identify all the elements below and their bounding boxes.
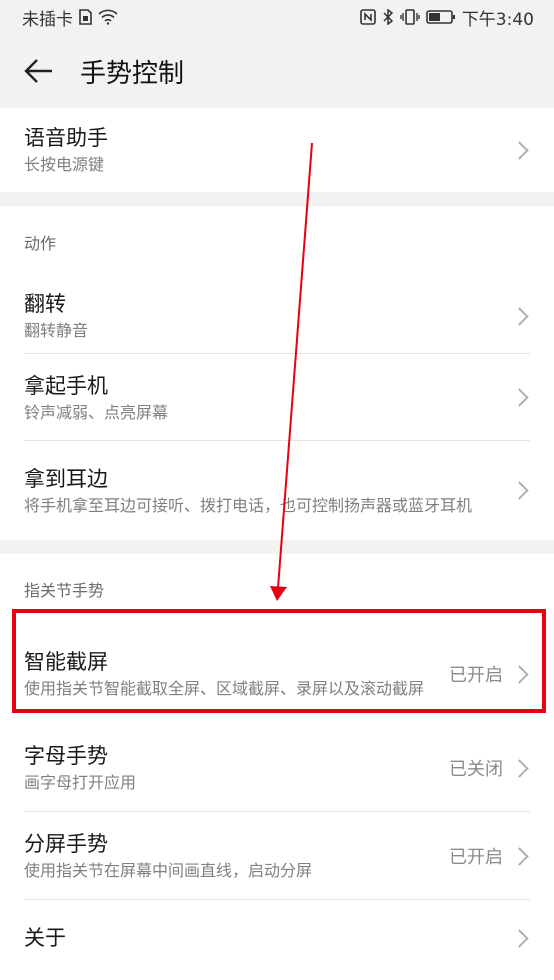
pickup-title: 拿起手机 [24,373,108,398]
pickup-row[interactable]: 拿起手机 铃声减弱、点亮屏幕 [0,354,554,441]
actions-card: 动作 翻转 翻转静音 拿起手机 铃声减弱、点亮屏幕 拿到耳边 将手机拿至耳边可接… [0,206,554,540]
voice-assistant-texts: 语音助手 长按电源键 [24,124,503,176]
split-screen-texts: 分屏手势 使用指关节在屏幕中间画直线，启动分屏 [24,830,433,882]
bluetooth-icon [383,9,393,25]
smart-screenshot-texts: 智能截屏 使用指关节智能截取全屏、区域截屏、录屏以及滚动截屏 [24,648,433,700]
smart-screenshot-row[interactable]: 智能截屏 使用指关节智能截取全屏、区域截屏、录屏以及滚动截屏 已开启 [0,624,554,724]
chevron-right-icon [510,928,529,948]
clock: 下午3:40 [461,9,534,30]
status-left: 未插卡 [22,5,118,30]
app-header: 手势控制 [0,34,554,108]
section-title-actions: 动作 [24,234,57,253]
flip-title: 翻转 [24,292,66,316]
letter-gesture-status: 已关闭 [449,759,503,780]
smart-screenshot-subtitle: 使用指关节智能截取全屏、区域截屏、录屏以及滚动截屏 [24,679,425,698]
voice-assistant-card: 语音助手 长按电源键 [0,108,554,192]
carrier-label: 未插卡 [22,9,73,30]
voice-assistant-row[interactable]: 语音助手 长按电源键 [0,108,554,192]
chevron-right-icon [510,846,529,866]
flip-row[interactable]: 翻转 翻转静音 [0,278,554,354]
flip-texts: 翻转 翻转静音 [24,290,503,342]
nfc-icon [360,9,376,25]
vibrate-icon [400,9,420,25]
flip-subtitle: 翻转静音 [24,321,89,340]
ear-texts: 拿到耳边 将手机拿至耳边可接听、拨打电话，也可控制扬声器或蓝牙耳机 [24,465,503,517]
about-texts: 关于 [24,924,503,952]
ear-row[interactable]: 拿到耳边 将手机拿至耳边可接听、拨打电话，也可控制扬声器或蓝牙耳机 [0,441,554,540]
split-screen-subtitle: 使用指关节在屏幕中间画直线，启动分屏 [24,861,313,880]
ear-title: 拿到耳边 [24,466,108,491]
status-bar: 未插卡 下午3:40 [0,0,554,34]
status-right: 下午3:40 [360,5,534,30]
wifi-icon [98,9,118,25]
letter-gesture-texts: 字母手势 画字母打开应用 [24,742,433,794]
about-row[interactable]: 关于 [0,900,554,976]
split-screen-title: 分屏手势 [24,832,108,856]
chevron-right-icon [510,664,529,684]
letter-gesture-subtitle: 画字母打开应用 [24,773,137,792]
chevron-right-icon [510,481,529,500]
smart-screenshot-title: 智能截屏 [24,650,108,674]
pickup-texts: 拿起手机 铃声减弱、点亮屏幕 [24,372,503,424]
section-title-knuckle: 指关节手势 [24,581,105,600]
chevron-right-icon [510,388,529,407]
voice-assistant-subtitle: 长按电源键 [24,155,105,174]
chevron-right-icon [510,306,529,326]
split-screen-row[interactable]: 分屏手势 使用指关节在屏幕中间画直线，启动分屏 已开启 [0,812,554,900]
letter-gesture-title: 字母手势 [24,744,108,768]
about-title: 关于 [24,926,66,950]
letter-gesture-row[interactable]: 字母手势 画字母打开应用 已关闭 [0,724,554,812]
page-title: 手势控制 [80,58,185,89]
chevron-right-icon [510,140,529,160]
sim-icon [79,9,92,25]
pickup-subtitle: 铃声减弱、点亮屏幕 [24,402,169,422]
chevron-right-icon [510,758,529,778]
knuckle-card: 指关节手势 智能截屏 使用指关节智能截取全屏、区域截屏、录屏以及滚动截屏 已开启… [0,554,554,980]
arrow-left-icon[interactable] [24,58,54,84]
battery-icon [426,10,455,24]
smart-screenshot-status: 已开启 [449,665,503,686]
ear-subtitle: 将手机拿至耳边可接听、拨打电话，也可控制扬声器或蓝牙耳机 [24,495,473,515]
voice-assistant-title: 语音助手 [24,126,108,150]
split-screen-status: 已开启 [449,847,503,868]
